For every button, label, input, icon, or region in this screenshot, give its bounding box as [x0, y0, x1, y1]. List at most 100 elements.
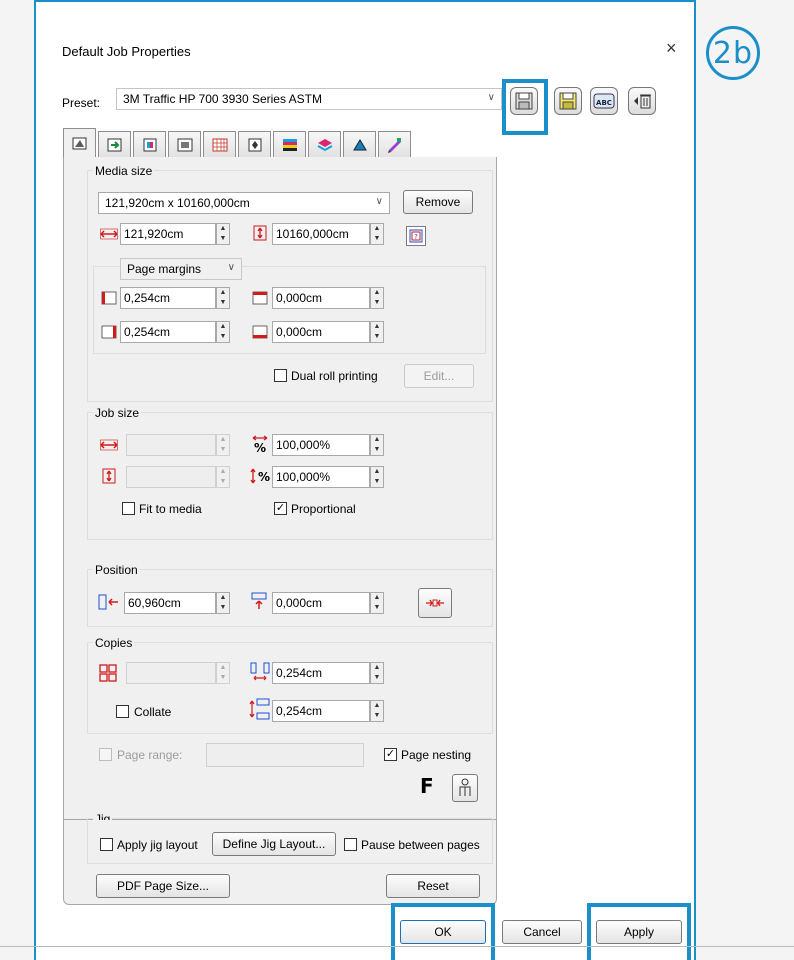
define-jig-layout-button[interactable]: Define Jig Layout...	[212, 832, 336, 856]
margin-left-stepper[interactable]: ▲ ▼	[216, 287, 230, 309]
media-width-stepper[interactable]: ▲ ▼	[216, 223, 230, 245]
apply-jig-label: Apply jig layout	[117, 838, 198, 852]
job-height-input[interactable]	[126, 466, 216, 488]
margin-bottom-stepper[interactable]: ▲ ▼	[370, 321, 384, 343]
position-x-stepper[interactable]: ▲ ▼	[216, 592, 230, 614]
marks-icon	[248, 138, 261, 151]
horizontal-spacing-input[interactable]: 0,254cm	[272, 662, 370, 684]
pdf-page-size-button[interactable]: PDF Page Size...	[96, 874, 230, 898]
horizontal-spacing-icon	[250, 662, 270, 682]
media-size-select[interactable]: 121,920cm x 10160,000cm ∨	[98, 192, 390, 214]
copies-label: Copies	[93, 636, 135, 650]
cut-shape-icon	[352, 138, 367, 150]
trash-icon	[634, 94, 651, 109]
close-icon[interactable]: ×	[666, 38, 677, 59]
layers-icon	[317, 138, 332, 151]
scale-x-input[interactable]: 100,000%	[272, 434, 370, 456]
dual-roll-checkbox[interactable]	[274, 369, 287, 382]
margin-top-stepper[interactable]: ▲ ▼	[370, 287, 384, 309]
reset-button[interactable]: Reset	[386, 874, 480, 898]
copies-count-stepper[interactable]: ▲ ▼	[216, 662, 230, 684]
proportional-label: Proportional	[291, 502, 356, 516]
media-width-icon	[100, 227, 118, 241]
highlight-apply	[587, 903, 691, 960]
tiling-icon	[177, 138, 192, 151]
abc-rename-icon: ABC	[593, 93, 615, 109]
vertical-spacing-stepper[interactable]: ▲ ▼	[370, 700, 384, 722]
dialog-title: Default Job Properties	[62, 44, 191, 59]
scale-y-input[interactable]: 100,000%	[272, 466, 370, 488]
margin-right-icon	[101, 325, 117, 339]
edit-dual-roll-button[interactable]: Edit...	[404, 364, 474, 388]
margin-bottom-input[interactable]: 0,000cm	[272, 321, 370, 343]
media-width-input[interactable]: 121,920cm	[120, 223, 216, 245]
apply-jig-checkbox[interactable]	[100, 838, 113, 851]
preset-value: 3M Traffic HP 700 3930 Series ASTM	[123, 92, 322, 106]
vertical-spacing-input[interactable]: 0,254cm	[272, 700, 370, 722]
layout-icon	[72, 137, 86, 150]
job-width-input[interactable]	[126, 434, 216, 456]
margin-left-input[interactable]: 0,254cm	[120, 287, 216, 309]
scale-y-icon: %	[250, 466, 272, 486]
svg-text:ABC: ABC	[596, 99, 612, 107]
nesting-figure-icon	[459, 778, 471, 796]
tab-cut[interactable]	[343, 131, 376, 157]
position-x-input[interactable]: 60,960cm	[124, 592, 216, 614]
save-as-preset-button[interactable]	[554, 87, 582, 115]
copies-count-input[interactable]	[126, 662, 216, 684]
chevron-down-icon: ∨	[487, 92, 495, 103]
cancel-button[interactable]: Cancel	[502, 920, 582, 944]
horizontal-spacing-stepper[interactable]: ▲ ▼	[370, 662, 384, 684]
tab-tiling[interactable]	[168, 131, 201, 157]
position-y-stepper[interactable]: ▲ ▼	[370, 592, 384, 614]
scale-y-stepper[interactable]: ▲ ▼	[370, 466, 384, 488]
collate-checkbox[interactable]	[116, 705, 129, 718]
f-glyph-icon: F	[420, 774, 434, 798]
page-range-input[interactable]	[206, 743, 364, 767]
page-range-checkbox[interactable]	[99, 748, 112, 761]
margin-right-input[interactable]: 0,254cm	[120, 321, 216, 343]
proportional-checkbox[interactable]: ✓	[274, 502, 287, 515]
position-y-icon	[250, 592, 268, 610]
page-range-label: Page range:	[117, 748, 183, 762]
page-margins-select[interactable]: Page margins ∨	[120, 258, 242, 280]
margin-top-input[interactable]: 0,000cm	[272, 287, 370, 309]
job-width-stepper[interactable]: ▲ ▼	[216, 434, 230, 456]
nesting-options-button[interactable]	[452, 774, 478, 802]
tab-marks[interactable]	[238, 131, 271, 157]
margin-bottom-icon	[252, 325, 268, 339]
page-nesting-checkbox[interactable]: ✓	[384, 748, 397, 761]
media-height-input[interactable]: 10160,000cm	[272, 223, 370, 245]
job-size-label: Job size	[93, 406, 142, 420]
save-as-icon	[559, 92, 577, 110]
media-help-icon[interactable]: ?	[406, 226, 426, 246]
dual-roll-label: Dual roll printing	[291, 369, 378, 383]
chevron-down-icon: ∨	[227, 262, 235, 273]
remove-button[interactable]: Remove	[403, 190, 473, 214]
media-height-stepper[interactable]: ▲ ▼	[370, 223, 384, 245]
tab-layout[interactable]	[63, 128, 96, 157]
chevron-down-icon: ∨	[375, 196, 383, 207]
center-position-button[interactable]	[418, 588, 452, 618]
margin-right-stepper[interactable]: ▲ ▼	[216, 321, 230, 343]
rename-preset-button[interactable]: ABC	[590, 87, 618, 115]
spot-color-pen-icon	[387, 137, 401, 153]
svg-text:?: ?	[414, 233, 418, 241]
job-height-stepper[interactable]: ▲ ▼	[216, 466, 230, 488]
preset-select[interactable]: 3M Traffic HP 700 3930 Series ASTM ∨	[116, 88, 502, 110]
pause-between-pages-checkbox[interactable]	[344, 838, 357, 851]
tab-transform[interactable]	[98, 131, 131, 157]
tab-color-bar[interactable]	[273, 131, 306, 157]
highlight-save-preset	[502, 79, 548, 135]
pause-between-pages-label: Pause between pages	[361, 838, 480, 852]
delete-preset-button[interactable]	[628, 87, 656, 115]
tab-panels[interactable]	[203, 131, 236, 157]
fit-to-media-checkbox[interactable]	[122, 502, 135, 515]
scale-x-stepper[interactable]: ▲ ▼	[370, 434, 384, 456]
tab-layers[interactable]	[308, 131, 341, 157]
page-margins-value: Page margins	[127, 262, 202, 276]
position-y-input[interactable]: 0,000cm	[272, 592, 370, 614]
tab-spot-color[interactable]	[378, 131, 411, 157]
tab-color[interactable]	[133, 131, 166, 157]
scale-x-icon: %	[250, 434, 270, 454]
